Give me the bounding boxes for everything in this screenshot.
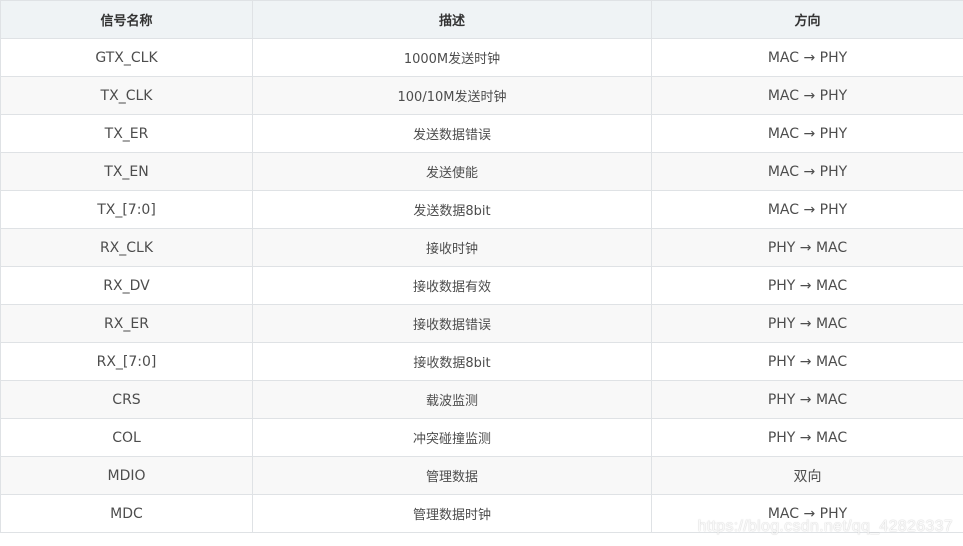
direction-cell: PHY → MAC bbox=[651, 304, 963, 343]
description-cell: 接收数据8bit bbox=[252, 342, 652, 381]
description-cell: 载波监测 bbox=[252, 380, 652, 419]
header-direction: 方向 bbox=[651, 0, 963, 39]
table-row: TX_EN 发送使能 MAC → PHY bbox=[0, 152, 963, 191]
direction-cell: PHY → MAC bbox=[651, 266, 963, 305]
description-cell: 接收时钟 bbox=[252, 228, 652, 267]
description-cell: 接收数据错误 bbox=[252, 304, 652, 343]
description-cell: 发送使能 bbox=[252, 152, 652, 191]
direction-cell: PHY → MAC bbox=[651, 418, 963, 457]
direction-cell: MAC → PHY bbox=[651, 494, 963, 533]
signal-name-cell: RX_CLK bbox=[0, 228, 253, 267]
table-row: RX_DV 接收数据有效 PHY → MAC bbox=[0, 266, 963, 305]
signal-name-cell: RX_ER bbox=[0, 304, 253, 343]
description-cell: 发送数据错误 bbox=[252, 114, 652, 153]
description-cell: 管理数据 bbox=[252, 456, 652, 495]
signal-name-cell: COL bbox=[0, 418, 253, 457]
direction-cell: 双向 bbox=[651, 456, 963, 495]
direction-cell: MAC → PHY bbox=[651, 152, 963, 191]
description-cell: 100/10M发送时钟 bbox=[252, 76, 652, 115]
table-row: TX_ER 发送数据错误 MAC → PHY bbox=[0, 114, 963, 153]
header-row: 信号名称 描述 方向 bbox=[0, 0, 963, 39]
table-row: GTX_CLK 1000M发送时钟 MAC → PHY bbox=[0, 38, 963, 77]
signal-name-cell: TX_[7:0] bbox=[0, 190, 253, 229]
header-signal-name: 信号名称 bbox=[0, 0, 253, 39]
signal-name-cell: TX_ER bbox=[0, 114, 253, 153]
signal-name-cell: TX_CLK bbox=[0, 76, 253, 115]
table-row: RX_ER 接收数据错误 PHY → MAC bbox=[0, 304, 963, 343]
description-cell: 接收数据有效 bbox=[252, 266, 652, 305]
signal-name-cell: CRS bbox=[0, 380, 253, 419]
signal-name-cell: GTX_CLK bbox=[0, 38, 253, 77]
description-cell: 发送数据8bit bbox=[252, 190, 652, 229]
header-description: 描述 bbox=[252, 0, 652, 39]
direction-cell: MAC → PHY bbox=[651, 76, 963, 115]
signal-name-cell: RX_DV bbox=[0, 266, 253, 305]
table-row: TX_[7:0] 发送数据8bit MAC → PHY bbox=[0, 190, 963, 229]
table-row: CRS 载波监测 PHY → MAC bbox=[0, 380, 963, 419]
description-cell: 冲突碰撞监测 bbox=[252, 418, 652, 457]
direction-cell: PHY → MAC bbox=[651, 228, 963, 267]
table-row: RX_[7:0] 接收数据8bit PHY → MAC bbox=[0, 342, 963, 381]
signal-table: 信号名称 描述 方向 GTX_CLK 1000M发送时钟 MAC → PHY T… bbox=[0, 0, 963, 533]
direction-cell: PHY → MAC bbox=[651, 342, 963, 381]
table-row: COL 冲突碰撞监测 PHY → MAC bbox=[0, 418, 963, 457]
signal-name-cell: MDIO bbox=[0, 456, 253, 495]
signal-name-cell: TX_EN bbox=[0, 152, 253, 191]
direction-cell: MAC → PHY bbox=[651, 38, 963, 77]
table-row: MDC 管理数据时钟 MAC → PHY bbox=[0, 494, 963, 533]
table-row: MDIO 管理数据 双向 bbox=[0, 456, 963, 495]
signal-name-cell: RX_[7:0] bbox=[0, 342, 253, 381]
description-cell: 管理数据时钟 bbox=[252, 494, 652, 533]
table-row: RX_CLK 接收时钟 PHY → MAC bbox=[0, 228, 963, 267]
table-row: TX_CLK 100/10M发送时钟 MAC → PHY bbox=[0, 76, 963, 115]
description-cell: 1000M发送时钟 bbox=[252, 38, 652, 77]
direction-cell: PHY → MAC bbox=[651, 380, 963, 419]
signal-name-cell: MDC bbox=[0, 494, 253, 533]
direction-cell: MAC → PHY bbox=[651, 190, 963, 229]
direction-cell: MAC → PHY bbox=[651, 114, 963, 153]
